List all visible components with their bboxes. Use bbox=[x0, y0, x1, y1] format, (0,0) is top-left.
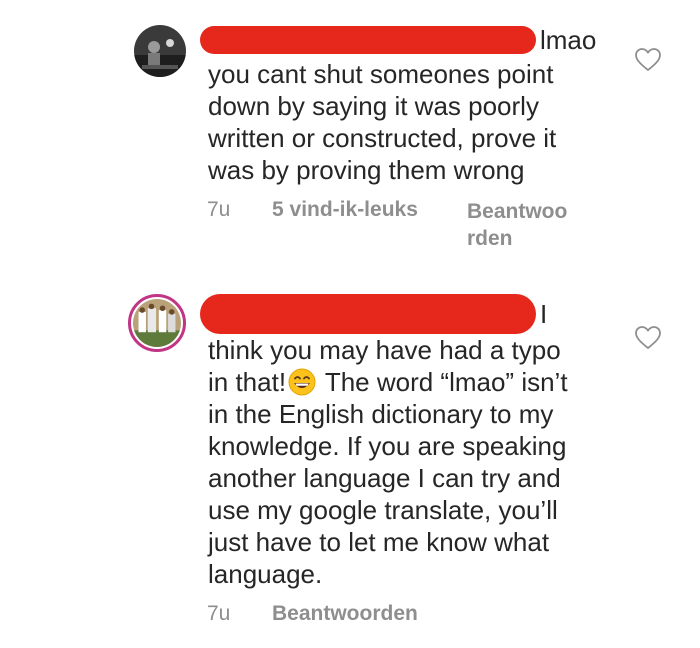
comment-2: I think you may have had a typo in that!… bbox=[0, 270, 700, 648]
profile-photo-icon bbox=[133, 299, 181, 347]
grinning-face-emoji bbox=[288, 368, 316, 396]
comment-1: lmao you cant shut someones point down b… bbox=[0, 0, 700, 270]
reply-button[interactable]: Beantwoo rden bbox=[467, 198, 567, 252]
heart-outline-icon[interactable] bbox=[635, 326, 661, 350]
likes-count[interactable]: 5 vind-ik-leuks bbox=[272, 198, 418, 222]
comment-rest: in the English dictionary to my knowledg… bbox=[208, 399, 567, 589]
username-tail: lmao bbox=[540, 25, 597, 55]
avatar[interactable] bbox=[134, 25, 186, 77]
heart-outline-icon[interactable] bbox=[635, 48, 661, 72]
comment-time: 7u bbox=[207, 602, 231, 625]
avatar[interactable] bbox=[128, 294, 186, 352]
comment-time: 7u bbox=[207, 198, 231, 221]
comment-line-2: in that! The word “lmao” isn’t bbox=[208, 367, 568, 397]
comment-line-1: think you may have had a typo bbox=[208, 335, 561, 365]
redacted-username bbox=[200, 294, 536, 334]
profile-photo-icon bbox=[134, 25, 186, 77]
redacted-username bbox=[200, 26, 536, 54]
comment-text: you cant shut someones point down by say… bbox=[208, 59, 557, 185]
comment-text: think you may have had a typo in that! T… bbox=[208, 334, 598, 590]
reply-button[interactable]: Beantwoorden bbox=[272, 602, 418, 626]
username-tail: I bbox=[540, 299, 548, 329]
